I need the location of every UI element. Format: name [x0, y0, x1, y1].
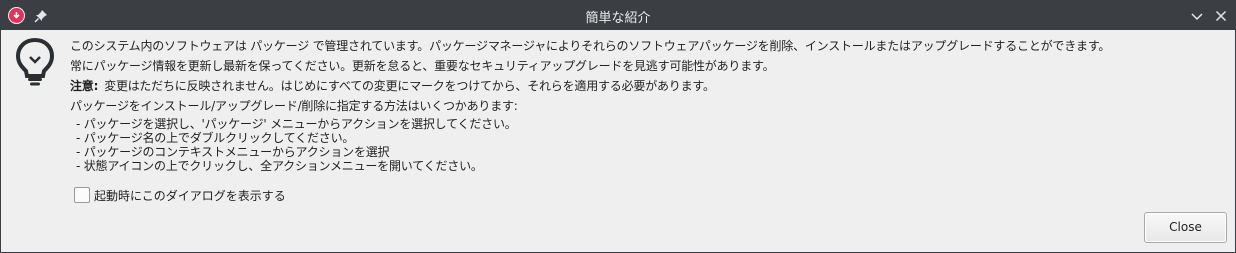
intro-text-line-2: 常にパッケージ情報を更新し最新を保ってください。更新を怠ると、重要なセキュリティ…	[70, 59, 775, 73]
chevron-down-icon[interactable]	[1190, 8, 1204, 22]
titlebar[interactable]: 簡単な紹介	[1, 1, 1235, 30]
note-label: 注意:	[70, 79, 99, 93]
methods-list: - パッケージを選択し、'パッケージ' メニューからアクションを選択してください…	[76, 117, 517, 173]
dialog-window: 簡単な紹介 このシステム内のソフトウェアは パッケージ で管理されています。パッ…	[0, 0, 1236, 253]
methods-intro: パッケージをインストール/アップグレード/削除に指定する方法はいくつかあります:	[70, 99, 518, 113]
list-item: - 状態アイコンの上でクリックし、全アクションメニューを開いてください。	[76, 159, 483, 173]
list-item: - パッケージのコンテキストメニューからアクションを選択	[76, 145, 390, 159]
intro-text-line-1: このシステム内のソフトウェアは パッケージ で管理されています。パッケージマネー…	[70, 39, 1111, 53]
list-item: - パッケージを選択し、'パッケージ' メニューからアクションを選択してください…	[76, 117, 517, 131]
window-title: 簡単な紹介	[585, 11, 651, 26]
list-item: - パッケージ名の上でダブルクリックしてください。	[76, 131, 355, 145]
close-icon[interactable]	[1214, 8, 1228, 22]
lightbulb-icon	[15, 37, 55, 86]
close-button[interactable]: Close	[1144, 212, 1227, 243]
show-on-startup-checkbox[interactable]	[74, 187, 90, 203]
note-body: 変更はただちに反映されません。はじめにすべての変更にマークをつけてから、それらを…	[104, 79, 715, 93]
show-on-startup-label[interactable]: 起動時にこのダイアログを表示する	[94, 187, 286, 204]
note-text: 注意: 変更はただちに反映されません。はじめにすべての変更にマークをつけてから、そ…	[70, 77, 715, 94]
